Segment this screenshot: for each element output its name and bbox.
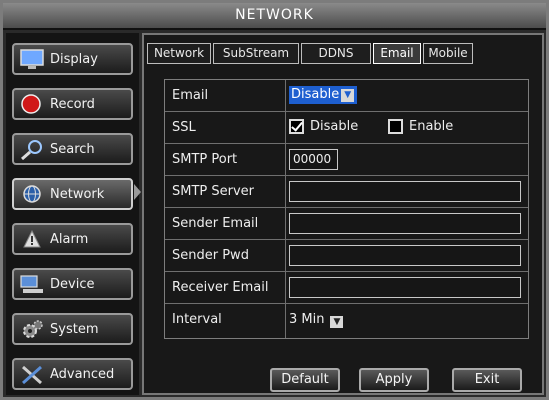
sidebar: Display Record Search Network Alarm Devi…: [6, 33, 139, 395]
sender-email-field[interactable]: [289, 213, 521, 234]
sidebar-item-label: Display: [50, 52, 98, 67]
email-select-value: Disable: [291, 87, 340, 102]
receiver-email-field[interactable]: [289, 277, 521, 298]
sidebar-item-label: Device: [50, 277, 95, 292]
sidebar-item-label: System: [50, 322, 99, 337]
apply-button[interactable]: Apply: [359, 368, 429, 392]
ssl-enable-label: Enable: [409, 119, 454, 134]
email-enable-select[interactable]: Disable ▼: [289, 86, 358, 104]
smtp-server-label: SMTP Server: [172, 184, 255, 199]
email-label: Email: [172, 88, 209, 103]
interval-select[interactable]: 3 Min ▼: [289, 312, 344, 328]
default-button[interactable]: Default: [270, 368, 340, 392]
search-icon: [20, 139, 44, 161]
form-row-sender-pwd: Sender Pwd: [165, 240, 528, 272]
record-icon: [20, 94, 44, 115]
sidebar-item-system[interactable]: System: [12, 313, 133, 345]
form-row-email: Email Disable ▼: [165, 80, 528, 112]
sidebar-item-label: Alarm: [50, 232, 89, 247]
advanced-icon: [20, 364, 44, 385]
form-row-interval: Interval 3 Min ▼: [165, 304, 528, 338]
smtp-server-field[interactable]: [289, 181, 521, 202]
email-settings-form: Email Disable ▼ SSL Disable Enable SMTP P…: [164, 79, 529, 339]
ssl-label: SSL: [172, 120, 196, 135]
exit-button[interactable]: Exit: [452, 368, 522, 392]
sidebar-item-network[interactable]: Network: [12, 178, 133, 210]
sidebar-item-record[interactable]: Record: [12, 88, 133, 120]
sidebar-item-label: Search: [50, 142, 95, 157]
sidebar-item-label: Record: [50, 97, 95, 112]
ssl-disable-checkbox[interactable]: [289, 119, 304, 134]
sidebar-item-alarm[interactable]: Alarm: [12, 223, 133, 255]
monitor-icon: [20, 49, 44, 70]
form-row-ssl: SSL Disable Enable: [165, 112, 528, 144]
form-row-sender-email: Sender Email: [165, 208, 528, 240]
sidebar-item-search[interactable]: Search: [12, 133, 133, 165]
tab-email[interactable]: Email: [373, 43, 421, 64]
sender-pwd-field[interactable]: [289, 245, 521, 266]
active-item-pointer: [134, 184, 141, 200]
network-icon: [20, 184, 44, 205]
form-row-smtp-server: SMTP Server: [165, 176, 528, 208]
tab-network[interactable]: Network: [147, 43, 211, 64]
smtp-port-label: SMTP Port: [172, 152, 238, 167]
ssl-enable-checkbox[interactable]: [388, 119, 403, 134]
smtp-port-field[interactable]: 00000: [289, 149, 338, 170]
receiver-email-label: Receiver Email: [172, 280, 269, 295]
sidebar-item-display[interactable]: Display: [12, 43, 133, 75]
chevron-down-icon: ▼: [341, 89, 355, 102]
sidebar-item-advanced[interactable]: Advanced: [12, 358, 133, 390]
interval-select-value: 3 Min: [289, 312, 325, 327]
sender-email-label: Sender Email: [172, 216, 259, 231]
form-row-receiver-email: Receiver Email: [165, 272, 528, 304]
window-title: NETWORK: [3, 3, 546, 30]
tab-substream[interactable]: SubStream: [213, 43, 299, 64]
sidebar-item-label: Network: [50, 187, 105, 202]
system-icon: [20, 319, 44, 340]
sidebar-item-label: Advanced: [50, 367, 115, 382]
sender-pwd-label: Sender Pwd: [172, 248, 249, 263]
tab-ddns[interactable]: DDNS: [301, 43, 371, 64]
interval-label: Interval: [172, 312, 222, 327]
sidebar-item-device[interactable]: Device: [12, 268, 133, 300]
chevron-down-icon: ▼: [330, 316, 344, 328]
alarm-icon: [20, 229, 44, 250]
device-icon: [20, 274, 44, 295]
form-row-smtp-port: SMTP Port 00000: [165, 144, 528, 176]
tab-mobile[interactable]: Mobile: [423, 43, 473, 64]
ssl-disable-label: Disable: [310, 119, 359, 134]
